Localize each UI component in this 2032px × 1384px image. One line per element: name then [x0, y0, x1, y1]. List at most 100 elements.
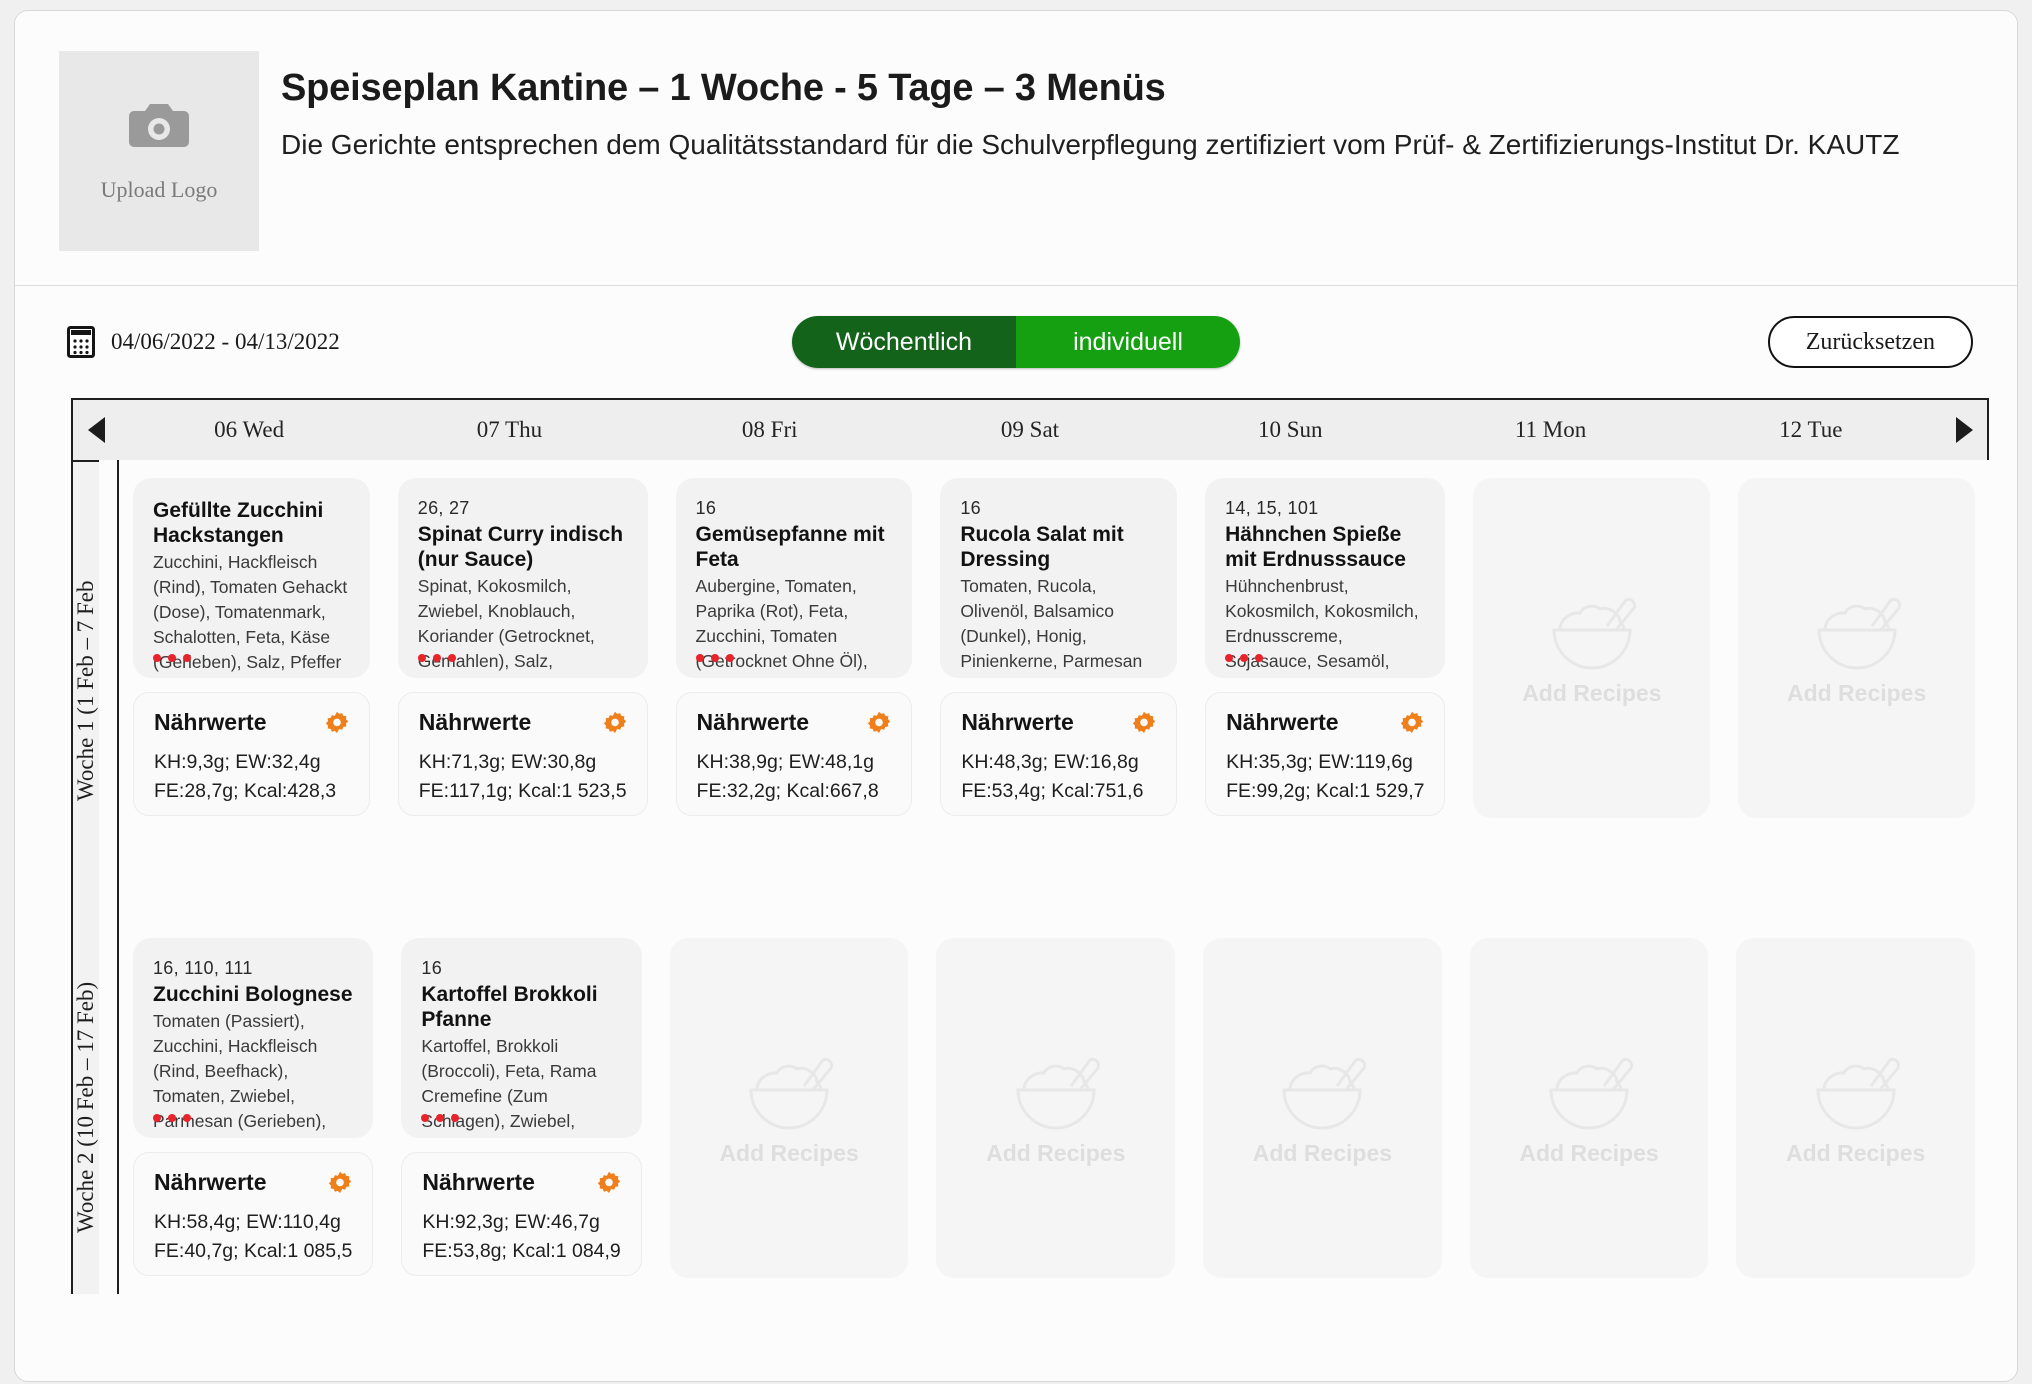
allergen-dots[interactable]	[1225, 654, 1264, 662]
recipe-ingredients: Hühnchenbrust, Kokosmilch, Kokosmilch, E…	[1225, 576, 1419, 678]
day-header-6[interactable]: 12 Tue	[1681, 417, 1941, 443]
camera-icon	[128, 99, 190, 151]
bowl-with-spoon-icon	[1016, 1057, 1100, 1129]
allergen-dot	[451, 1114, 460, 1122]
nutrient-header: Nährwerte	[1226, 709, 1424, 736]
recipe-card[interactable]: 16 Rucola Salat mit Dressing Tomaten, Ruco…	[940, 478, 1178, 678]
toolbar: 04/06/2022 - 04/13/2022 Wöchentlich indi…	[15, 286, 2017, 398]
recipe-card[interactable]: Gefüllte Zucchini Hackstangen Zucchini, H…	[133, 478, 370, 678]
nutrient-title: Nährwerte	[154, 709, 267, 735]
day-column-5: Add Recipes	[1456, 938, 1723, 1294]
day-header-3[interactable]: 09 Sat	[900, 417, 1160, 443]
nutrient-settings-button[interactable]	[1400, 711, 1424, 735]
add-recipes-placeholder[interactable]: Add Recipes	[1736, 938, 1975, 1278]
gear-icon[interactable]	[1132, 711, 1156, 735]
week-row-2: 16, 110, 111 Zucchini Bolognese Tomaten (P…	[119, 920, 1989, 1294]
nutrient-header: Nährwerte	[419, 709, 627, 736]
add-recipes-placeholder[interactable]: Add Recipes	[1738, 478, 1975, 818]
recipe-card[interactable]: 16 Gemüsepfanne mit Feta Aubergine, Tomate…	[675, 478, 913, 678]
nutrient-settings-button[interactable]	[603, 711, 627, 735]
day-header-2[interactable]: 08 Fri	[640, 417, 900, 443]
nutrient-card: Nährwerte KH:58,4g; EW:110,4g FE:40,7g; Kc…	[133, 1152, 374, 1276]
day-column-1: 26, 27 Spinat Curry indisch (nur Sauce) Sp…	[384, 478, 662, 920]
bowl-with-spoon-icon	[1817, 597, 1901, 669]
allergen-dot	[1225, 654, 1234, 662]
recipe-name: Spinat Curry indisch (nur Sauce)	[417, 523, 624, 572]
allergen-dot	[168, 654, 176, 662]
allergen-dots[interactable]	[153, 654, 191, 662]
day-column-5: Add Recipes	[1459, 478, 1724, 920]
nutrient-settings-button[interactable]	[597, 1171, 621, 1195]
next-week-button[interactable]	[1941, 417, 1987, 443]
view-mode-weekly-button[interactable]: Wöchentlich	[792, 316, 1016, 368]
nutrient-line-1: KH:71,3g; EW:30,8g	[418, 751, 597, 773]
nutrient-settings-button[interactable]	[328, 1171, 352, 1195]
calendar-icon[interactable]	[67, 326, 95, 358]
add-recipes-placeholder[interactable]: Add Recipes	[669, 938, 909, 1278]
recipe-tags: 16	[421, 958, 443, 978]
recipe-name: Kartoffel Brokkoli Pfanne	[421, 983, 598, 1032]
nutrient-settings-button[interactable]	[1132, 711, 1156, 735]
logo-upload-label: Upload Logo	[100, 177, 218, 202]
day-column-2: 16 Gemüsepfanne mit Feta Aubergine, Tomate…	[662, 478, 927, 920]
reset-button[interactable]: Zurücksetzen	[1767, 316, 1973, 368]
nutrient-line-1: KH:58,4g; EW:110,4g	[154, 1211, 341, 1233]
calendar-grid: Woche 1 (1 Feb – 7 Feb Woche 2 (10 Feb –…	[71, 460, 1989, 1294]
recipe-card[interactable]: 16 Kartoffel Brokkoli Pfanne Kartoffel, Br…	[401, 938, 642, 1138]
day-column-6: Add Recipes	[1724, 478, 1989, 920]
calendar-region: 06 Wed 07 Thu 08 Fri 09 Sat 10 Sun 11 Mo…	[15, 398, 2017, 1294]
allergen-dot	[432, 654, 441, 662]
nutrient-card: Nährwerte KH:35,3g; EW:119,6g FE:99,2g; Kc…	[1205, 692, 1446, 816]
view-mode-segmented-control[interactable]: Wöchentlich individuell	[792, 316, 1240, 368]
allergen-dots[interactable]	[695, 654, 734, 662]
recipe-tags: 26, 27	[417, 498, 470, 518]
day-header-1[interactable]: 07 Thu	[379, 417, 639, 443]
bowl-with-spoon-icon	[1549, 1057, 1634, 1129]
horizontal-scrollbar[interactable]	[71, 1282, 1989, 1292]
day-header-0[interactable]: 06 Wed	[119, 417, 379, 443]
recipe-tags: 16, 110, 111	[153, 958, 253, 978]
add-recipes-placeholder[interactable]: Add Recipes	[936, 938, 1176, 1278]
bowl-with-spoon-icon	[1282, 1057, 1367, 1129]
nutrient-title: Nährwerte	[961, 709, 1074, 735]
nutrient-line-2: FE:117,1g; Kcal:1 523,5	[418, 779, 627, 802]
recipe-card[interactable]: 14, 15, 101 Hähnchen Spieße mit Erdnusssa…	[1205, 478, 1446, 678]
recipe-tags: 14, 15, 101	[1225, 498, 1319, 518]
day-header-bar: 06 Wed 07 Thu 08 Fri 09 Sat 10 Sun 11 Mo…	[71, 398, 1989, 460]
day-column-3: 16 Rucola Salat mit Dressing Tomaten, Ruco…	[926, 478, 1191, 920]
prev-week-button[interactable]	[73, 417, 119, 443]
add-recipes-label: Add Recipes	[1522, 679, 1662, 706]
day-header-4[interactable]: 10 Sun	[1160, 417, 1420, 443]
recipe-ingredients: Tomaten, Rucola, Olivenöl, Balsamico (Du…	[960, 576, 1148, 678]
recipe-card[interactable]: 16, 110, 111 Zucchini Bolognese Tomaten (P…	[133, 938, 374, 1138]
add-recipes-placeholder[interactable]: Add Recipes	[1203, 938, 1442, 1278]
page-title: Speiseplan Kantine – 1 Woche - 5 Tage – …	[281, 67, 1166, 109]
nutrient-line-2: FE:32,2g; Kcal:667,8	[696, 779, 879, 802]
gear-icon[interactable]	[328, 1171, 352, 1195]
nutrient-line-1: KH:9,3g; EW:32,4g	[154, 751, 321, 773]
gear-icon[interactable]	[597, 1171, 621, 1195]
gear-icon[interactable]	[603, 711, 627, 735]
day-header-5[interactable]: 11 Mon	[1420, 417, 1680, 443]
add-recipes-placeholder[interactable]: Add Recipes	[1469, 938, 1709, 1278]
nutrient-settings-button[interactable]	[325, 711, 349, 735]
nutrient-line-1: KH:38,9g; EW:48,1g	[696, 751, 874, 773]
gear-icon[interactable]	[867, 711, 891, 735]
view-mode-individual-button[interactable]: individuell	[1016, 316, 1240, 368]
date-range-picker[interactable]: 04/06/2022 - 04/13/2022	[67, 326, 340, 358]
allergen-dot	[183, 654, 191, 662]
nutrient-settings-button[interactable]	[867, 711, 891, 735]
nutrient-card: Nährwerte KH:9,3g; EW:32,4g FE:28,7g; Kcal…	[133, 692, 370, 816]
day-column-6: Add Recipes	[1722, 938, 1989, 1294]
add-recipes-label: Add Recipes	[719, 1139, 859, 1166]
allergen-dots[interactable]	[153, 1114, 191, 1122]
week-label-column: Woche 1 (1 Feb – 7 Feb Woche 2 (10 Feb –…	[73, 460, 119, 1294]
allergen-dots[interactable]	[417, 654, 456, 662]
logo-upload-box[interactable]: Upload Logo	[59, 51, 259, 251]
calendar-rows: Gefüllte Zucchini Hackstangen Zucchini, H…	[119, 460, 1989, 1294]
allergen-dots[interactable]	[421, 1114, 460, 1122]
gear-icon[interactable]	[325, 711, 349, 735]
add-recipes-placeholder[interactable]: Add Recipes	[1473, 478, 1711, 818]
recipe-card[interactable]: 26, 27 Spinat Curry indisch (nur Sauce) Sp…	[397, 478, 648, 678]
gear-icon[interactable]	[1400, 711, 1424, 735]
